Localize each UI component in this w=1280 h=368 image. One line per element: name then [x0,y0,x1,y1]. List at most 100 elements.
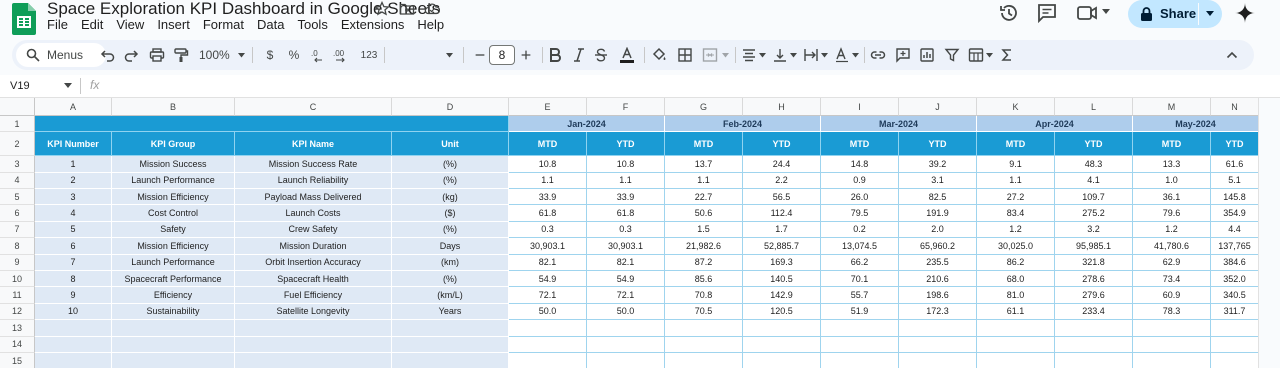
ytd-value-cell[interactable]: 109.7 [1055,188,1133,206]
empty-cell[interactable] [1211,320,1258,337]
mtd-value-cell[interactable]: 13.7 [665,156,743,173]
valign-dropdown-icon[interactable] [790,53,797,58]
ytd-header[interactable]: YTD [1055,132,1133,157]
row-header-10[interactable]: 10 [0,270,35,288]
empty-cell[interactable] [35,336,112,353]
kpi-group-cell[interactable]: Mission Efficiency [112,188,235,206]
row-header-14[interactable]: 14 [0,336,35,353]
empty-cell[interactable] [35,320,112,337]
ytd-value-cell[interactable]: 65,960.2 [899,238,977,255]
mtd-value-cell[interactable]: 9.1 [977,156,1055,173]
unit-cell[interactable]: (km/L) [392,287,509,304]
mtd-value-cell[interactable]: 85.6 [665,270,743,288]
menu-format[interactable]: Format [203,17,244,32]
empty-cell[interactable] [235,352,392,368]
kpi-name-cell[interactable]: Launch Costs [235,205,392,222]
empty-cell[interactable] [665,320,743,337]
empty-cell[interactable] [899,320,977,337]
month-header[interactable]: Apr-2024 [977,116,1133,133]
move-folder-icon[interactable] [399,1,415,17]
empty-cell[interactable] [821,320,899,337]
kpi-group-cell[interactable]: Sustainability [112,303,235,321]
menu-extensions[interactable]: Extensions [341,17,405,32]
mtd-header[interactable]: MTD [821,132,899,157]
empty-cell[interactable] [392,336,509,353]
empty-cell[interactable] [509,320,587,337]
column-header-m[interactable]: M [1133,98,1211,116]
mtd-value-cell[interactable]: 73.4 [1133,270,1211,288]
kpi-number-cell[interactable]: 6 [35,238,112,255]
kpi-number-header[interactable]: KPI Number [35,132,112,157]
ytd-value-cell[interactable]: 142.9 [743,287,821,304]
mtd-value-cell[interactable]: 22.7 [665,188,743,206]
ytd-value-cell[interactable]: 3.1 [899,172,977,189]
kpi-group-cell[interactable]: Mission Efficiency [112,238,235,255]
ytd-value-cell[interactable]: 354.9 [1211,205,1258,222]
text-color-button[interactable] [619,47,635,63]
paint-format-button[interactable] [173,47,189,63]
mtd-value-cell[interactable]: 14.8 [821,156,899,173]
ytd-value-cell[interactable]: 2.0 [899,221,977,239]
mtd-value-cell[interactable]: 81.0 [977,287,1055,304]
unit-cell[interactable]: ($) [392,205,509,222]
filter-views-dropdown-icon[interactable] [986,53,993,58]
currency-format-button[interactable]: $ [264,47,276,63]
row-header-13[interactable]: 13 [0,320,35,337]
column-header-l[interactable]: L [1055,98,1133,116]
ytd-value-cell[interactable]: 172.3 [899,303,977,321]
empty-cell[interactable] [977,336,1055,353]
strikethrough-button[interactable] [593,47,609,63]
collapse-toolbar-button[interactable] [1224,47,1240,63]
name-box[interactable]: V19 [10,80,30,92]
column-header-g[interactable]: G [665,98,743,116]
ytd-value-cell[interactable]: 24.4 [743,156,821,173]
kpi-name-cell[interactable]: Spacecraft Health [235,270,392,288]
empty-cell[interactable] [112,320,235,337]
unit-cell[interactable]: (%) [392,270,509,288]
undo-button[interactable] [100,47,116,63]
borders-button[interactable] [677,47,693,63]
mtd-header[interactable]: MTD [665,132,743,157]
mtd-value-cell[interactable]: 68.0 [977,270,1055,288]
insert-chart-button[interactable] [919,47,935,63]
text-wrapping-button[interactable] [803,47,819,63]
mtd-header[interactable]: MTD [977,132,1055,157]
ytd-value-cell[interactable]: 278.6 [1055,270,1133,288]
empty-cell[interactable] [1133,320,1211,337]
mtd-value-cell[interactable]: 13,074.5 [821,238,899,255]
ytd-value-cell[interactable]: 61.8 [587,205,665,222]
row-header-3[interactable]: 3 [0,156,35,173]
row-header-4[interactable]: 4 [0,172,35,189]
share-button[interactable]: Share [1128,0,1222,28]
ytd-value-cell[interactable]: 311.7 [1211,304,1258,321]
ytd-value-cell[interactable]: 145.8 [1211,189,1258,206]
mtd-value-cell[interactable]: 79.6 [1133,205,1211,222]
formula-input[interactable] [112,79,1242,94]
mtd-value-cell[interactable]: 26.0 [821,188,899,206]
mtd-value-cell[interactable]: 70.8 [665,287,743,304]
mtd-value-cell[interactable]: 27.2 [977,188,1055,206]
ytd-value-cell[interactable]: 33.9 [587,188,665,206]
insert-comment-button[interactable] [895,47,911,63]
mtd-value-cell[interactable]: 72.1 [509,287,587,304]
row-header-8[interactable]: 8 [0,238,35,255]
ytd-value-cell[interactable]: 39.2 [899,156,977,173]
create-filter-button[interactable] [944,47,960,63]
bold-button[interactable] [547,47,563,63]
mtd-value-cell[interactable]: 87.2 [665,254,743,271]
menu-view[interactable]: View [116,17,144,32]
row-header-11[interactable]: 11 [0,287,35,304]
empty-cell[interactable] [235,336,392,353]
mtd-value-cell[interactable]: 10.8 [509,156,587,173]
functions-button[interactable] [999,47,1015,63]
empty-cell[interactable] [665,352,743,368]
halign-dropdown-icon[interactable] [759,53,766,58]
column-header-n[interactable]: N [1211,98,1258,116]
mtd-value-cell[interactable]: 82.1 [509,254,587,271]
kpi-group-cell[interactable]: Spacecraft Performance [112,270,235,288]
mtd-value-cell[interactable]: 13.3 [1133,156,1211,173]
empty-cell[interactable] [112,336,235,353]
month-header[interactable]: Jan-2024 [509,116,665,133]
ytd-value-cell[interactable]: 210.6 [899,270,977,288]
kpi-number-cell[interactable]: 10 [35,303,112,321]
